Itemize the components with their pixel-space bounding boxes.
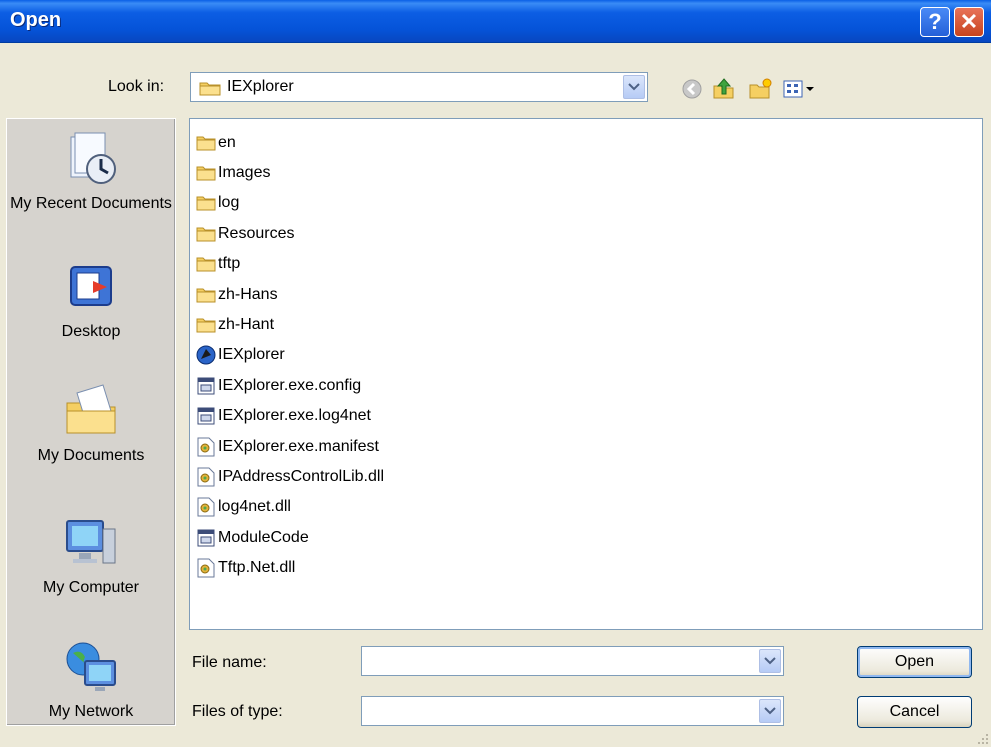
open-button[interactable]: Open bbox=[857, 646, 972, 678]
config-file-icon bbox=[196, 406, 216, 426]
file-name: IEXplorer.exe.manifest bbox=[218, 438, 379, 455]
list-item[interactable]: log4net.dll bbox=[196, 493, 291, 521]
list-item[interactable]: log bbox=[196, 189, 239, 217]
new-folder-icon[interactable] bbox=[748, 78, 772, 100]
place-my-recent-documents[interactable]: My Recent Documents bbox=[7, 131, 175, 214]
folder-icon bbox=[196, 133, 216, 153]
place-desktop[interactable]: Desktop bbox=[7, 259, 175, 342]
look-in-combo[interactable]: IEXplorer bbox=[190, 72, 648, 102]
dll-file-icon bbox=[196, 558, 216, 578]
place-label: My Network bbox=[48, 703, 134, 720]
file-type-combo[interactable] bbox=[361, 696, 784, 726]
folder-icon bbox=[196, 193, 216, 213]
desktop-icon bbox=[63, 259, 119, 315]
chevron-down-icon bbox=[764, 657, 776, 665]
cancel-button-label: Cancel bbox=[889, 703, 940, 720]
config-file-icon bbox=[196, 528, 216, 548]
list-item[interactable]: zh-Hant bbox=[196, 311, 274, 339]
file-list[interactable]: en Images log Resources tftp zh-Hans zh-… bbox=[189, 118, 983, 630]
help-icon: ? bbox=[928, 9, 942, 34]
folder-icon bbox=[196, 254, 216, 274]
file-name: ModuleCode bbox=[218, 529, 309, 546]
file-name: IEXplorer bbox=[218, 346, 285, 363]
place-label: My Documents bbox=[37, 447, 145, 464]
place-label: Desktop bbox=[61, 323, 121, 340]
open-button-label: Open bbox=[894, 653, 935, 670]
file-name: tftp bbox=[218, 255, 241, 272]
file-name: log4net.dll bbox=[218, 498, 291, 515]
close-icon: ✕ bbox=[959, 9, 979, 34]
places-bar: My Recent Documents Desktop My Documents… bbox=[6, 118, 176, 726]
file-name: log bbox=[218, 194, 240, 211]
list-item[interactable]: IEXplorer.exe.config bbox=[196, 372, 361, 400]
list-item[interactable]: ModuleCode bbox=[196, 524, 309, 552]
dll-file-icon bbox=[196, 467, 216, 487]
file-name-combo[interactable] bbox=[361, 646, 784, 676]
place-label: My Computer bbox=[42, 579, 140, 596]
file-name: IEXplorer.exe.config bbox=[218, 377, 362, 394]
recent-documents-icon bbox=[63, 131, 119, 187]
views-menu-icon[interactable] bbox=[782, 78, 816, 100]
place-my-network[interactable]: My Network bbox=[7, 639, 175, 722]
list-item[interactable]: IPAddressControlLib.dll bbox=[196, 463, 384, 491]
resize-grip-icon[interactable] bbox=[977, 733, 989, 745]
my-network-icon bbox=[63, 639, 119, 695]
up-folder-icon[interactable] bbox=[712, 78, 736, 100]
file-name: zh-Hans bbox=[218, 286, 278, 303]
file-type-dropdown-button[interactable] bbox=[759, 699, 781, 723]
list-item[interactable]: IEXplorer bbox=[196, 341, 285, 369]
dll-file-icon bbox=[196, 437, 216, 457]
open-dialog: Open ? ✕ Look in: IEXplorer My Recent Do… bbox=[0, 0, 991, 747]
cancel-button[interactable]: Cancel bbox=[857, 696, 972, 728]
file-name-dropdown-button[interactable] bbox=[759, 649, 781, 673]
list-item[interactable]: Tftp.Net.dll bbox=[196, 554, 295, 582]
place-my-computer[interactable]: My Computer bbox=[7, 515, 175, 598]
my-documents-icon bbox=[63, 383, 119, 439]
chevron-down-icon bbox=[628, 83, 640, 91]
file-name: Resources bbox=[218, 225, 295, 242]
file-name: IEXplorer.exe.log4net bbox=[218, 407, 371, 424]
folder-icon bbox=[199, 80, 221, 101]
app-icon bbox=[196, 345, 216, 365]
list-item[interactable]: tftp bbox=[196, 250, 240, 278]
config-file-icon bbox=[196, 376, 216, 396]
list-item[interactable]: IEXplorer.exe.log4net bbox=[196, 402, 371, 430]
file-name: en bbox=[218, 134, 236, 151]
list-item[interactable]: Resources bbox=[196, 220, 294, 248]
close-button[interactable]: ✕ bbox=[954, 7, 984, 37]
list-item[interactable]: IEXplorer.exe.manifest bbox=[196, 433, 379, 461]
folder-icon bbox=[196, 224, 216, 244]
file-name: Tftp.Net.dll bbox=[218, 559, 296, 576]
my-computer-icon bbox=[63, 515, 119, 571]
dialog-title: Open bbox=[10, 9, 62, 31]
file-name: IPAddressControlLib.dll bbox=[218, 468, 385, 485]
look-in-label: Look in: bbox=[108, 78, 165, 95]
help-button[interactable]: ? bbox=[920, 7, 950, 37]
file-name: zh-Hant bbox=[218, 316, 275, 333]
folder-icon bbox=[196, 163, 216, 183]
place-my-documents[interactable]: My Documents bbox=[7, 383, 175, 466]
folder-icon bbox=[196, 315, 216, 335]
chevron-down-icon bbox=[764, 707, 776, 715]
list-item[interactable]: en bbox=[196, 129, 236, 157]
look-in-value: IEXplorer bbox=[227, 78, 294, 95]
list-item[interactable]: Images bbox=[196, 159, 270, 187]
title-bar[interactable]: Open ? ✕ bbox=[0, 0, 991, 43]
back-icon[interactable] bbox=[680, 78, 704, 100]
file-type-label: Files of type: bbox=[192, 703, 283, 720]
file-name: Images bbox=[218, 164, 271, 181]
dll-file-icon bbox=[196, 497, 216, 517]
list-item[interactable]: zh-Hans bbox=[196, 281, 278, 309]
place-label: My Recent Documents bbox=[10, 195, 172, 212]
look-in-dropdown-button[interactable] bbox=[623, 75, 645, 99]
folder-icon bbox=[196, 285, 216, 305]
file-name-label: File name: bbox=[192, 654, 267, 671]
